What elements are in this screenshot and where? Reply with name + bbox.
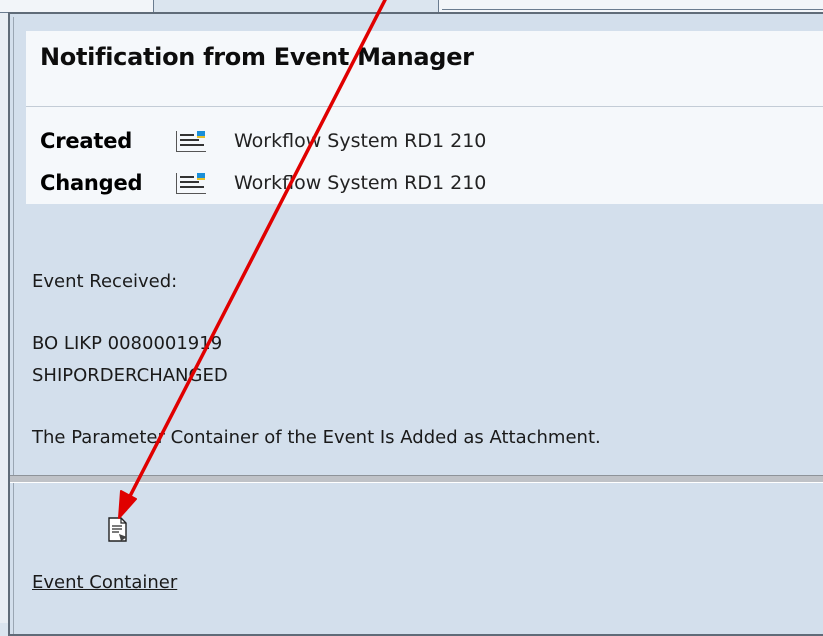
attachment-note-text: The Parameter Container of the Event Is … — [32, 427, 601, 448]
business-object-text: BO LIKP 0080001919 — [32, 333, 223, 354]
event-container-link[interactable]: Event Container — [32, 572, 177, 593]
changed-label: Changed — [40, 171, 143, 195]
document-icon[interactable] — [107, 517, 129, 543]
background-window-edge — [0, 0, 8, 623]
event-name-text: SHIPORDERCHANGED — [32, 365, 228, 386]
changed-row: Changed Workflow System RD1 210 — [40, 169, 486, 197]
created-label: Created — [40, 129, 133, 153]
page-title: Notification from Event Manager — [40, 43, 474, 71]
event-received-text: Event Received: — [32, 271, 178, 292]
changed-value: Workflow System RD1 210 — [234, 172, 487, 194]
created-row: Created Workflow System RD1 210 — [40, 127, 486, 155]
user-card-icon[interactable] — [176, 130, 206, 152]
section-separator — [10, 475, 823, 483]
window-inner-border — [13, 17, 14, 634]
meta-section: Created Workflow System RD1 210 Changed … — [26, 107, 823, 204]
created-value: Workflow System RD1 210 — [234, 130, 487, 152]
user-card-icon[interactable] — [176, 172, 206, 194]
title-band: Notification from Event Manager — [26, 31, 823, 107]
